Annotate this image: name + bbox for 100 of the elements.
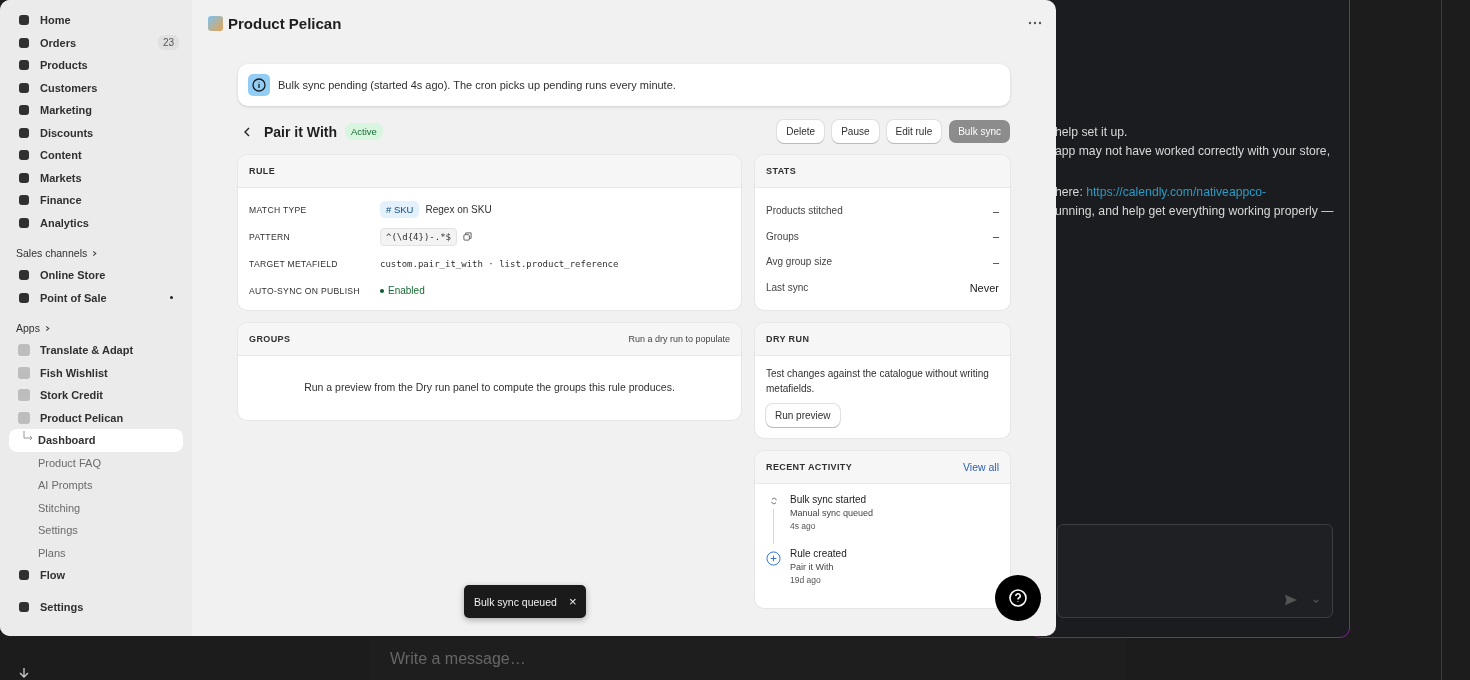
arrow-down-icon[interactable] — [18, 667, 30, 679]
activity-title: Bulk sync started — [790, 494, 868, 506]
nav-icon — [18, 104, 30, 117]
card-title: RULE — [249, 166, 276, 176]
sidebar-item[interactable]: Point of Sale — [9, 286, 183, 309]
view-all-link[interactable]: View all — [963, 461, 999, 474]
stat-value: – — [992, 256, 999, 268]
field-label: AUTO-SYNC ON PUBLISH — [249, 285, 361, 296]
sidebar-item[interactable]: Finance — [9, 189, 183, 212]
section-heading[interactable]: Apps — [9, 317, 183, 339]
sidebar-item[interactable]: Online Store — [9, 264, 183, 287]
stat-value: – — [992, 230, 999, 243]
activity-time: 4s ago — [790, 521, 817, 532]
sidebar-item[interactable]: Product Pelican — [9, 406, 183, 429]
sidebar-item[interactable]: Discounts — [9, 121, 183, 144]
card-title: GROUPS — [249, 334, 291, 344]
stat-label: Groups — [766, 230, 799, 242]
sidebar-subitem[interactable]: Dashboard — [9, 429, 183, 452]
chat-message-text: here: https://calendly.com/nativeappco- — [1055, 184, 1268, 201]
sidebar-item[interactable]: Products — [9, 54, 183, 77]
link[interactable]: https://calendly.com/nativeappco- — [1086, 185, 1267, 199]
run-preview-button[interactable]: Run preview — [766, 404, 840, 428]
sidebar-item[interactable]: Stork Credit — [9, 384, 183, 407]
nav-icon — [18, 291, 30, 304]
help-button[interactable] — [995, 575, 1041, 621]
activity-detail: Manual sync queued — [790, 508, 874, 519]
nav-icon — [18, 14, 30, 27]
info-icon — [248, 74, 270, 96]
app-icon — [18, 344, 30, 357]
activity-title: Rule created — [790, 548, 847, 560]
stat-label: Products stitched — [766, 205, 843, 217]
chevron-right-icon[interactable] — [91, 249, 99, 257]
sidebar-subitem[interactable]: Plans — [9, 541, 183, 564]
card-title: RECENT ACTIVITY — [766, 462, 853, 473]
stat-value: – — [992, 204, 999, 217]
toast-text: Bulk sync queued — [474, 595, 557, 608]
card-title: STATS — [766, 166, 797, 176]
sidebar-item[interactable]: Settings — [9, 595, 183, 618]
more-icon[interactable] — [1028, 21, 1042, 25]
sidebar-item[interactable]: Markets — [9, 166, 183, 189]
page-title: Pair it With — [264, 123, 337, 140]
pattern-code: ^(\d{4})-.*$ — [380, 227, 458, 246]
nav-icon — [18, 36, 30, 49]
nav-icon — [18, 216, 30, 229]
field-value: custom.pair_it_with · list.product_reference — [380, 258, 619, 269]
sidebar-item[interactable]: Translate & Adapt — [9, 339, 183, 362]
chevron-right-icon[interactable] — [43, 324, 51, 332]
app-icon — [18, 366, 30, 379]
field-label: MATCH TYPE — [249, 204, 308, 215]
sidebar-item[interactable]: Content — [9, 144, 183, 167]
sidebar-item[interactable]: Flow — [9, 564, 183, 587]
stat-label: Last sync — [766, 282, 809, 294]
nav-icon — [18, 600, 30, 613]
action-button[interactable]: Delete — [777, 120, 825, 143]
status-badge: Active — [345, 123, 383, 140]
stat-value: Never — [969, 281, 999, 294]
sidebar-subitem[interactable]: Settings — [9, 519, 183, 542]
field-label: PATTERN — [249, 231, 291, 242]
field-label: TARGET METAFIELD — [249, 258, 339, 269]
app-title: Product Pelican — [228, 14, 342, 32]
activity-detail: Pair it With — [790, 562, 835, 573]
nav-icon — [18, 149, 30, 162]
refresh-icon — [769, 497, 778, 506]
back-icon[interactable] — [242, 126, 252, 137]
field-value: Regex on SKU — [425, 204, 492, 215]
plus-circle-icon — [766, 551, 781, 567]
sidebar-item[interactable]: Fish Wishlist — [9, 361, 183, 384]
tag: # SKU — [380, 201, 420, 218]
sidebar-subitem[interactable]: AI Prompts — [9, 474, 183, 497]
sidebar-subitem[interactable]: Product FAQ — [9, 451, 183, 474]
nav-icon — [18, 269, 30, 282]
sidebar-item[interactable]: Home — [9, 9, 183, 32]
card-hint: Run a dry run to populate — [628, 334, 730, 344]
sidebar-item[interactable]: Marketing — [9, 99, 183, 122]
nav-icon — [18, 194, 30, 207]
stat-label: Avg group size — [766, 256, 832, 268]
app-icon — [18, 411, 30, 424]
action-button[interactable]: Pause — [832, 120, 879, 143]
activity-time: 19d ago — [790, 575, 822, 586]
banner-text: Bulk sync pending (started 4s ago). The cron picks up pending runs every minute. — [278, 79, 676, 91]
chat-message-text: app may not have worked correctly with your store, — [1055, 143, 1332, 160]
chat-message-text: unning, and help get everything working properly — — [1055, 203, 1335, 220]
nav-icon — [18, 81, 30, 94]
nav-icon — [18, 59, 30, 72]
card-title: DRY RUN — [766, 334, 810, 345]
action-button[interactable]: Edit rule — [886, 120, 942, 143]
chat-message-text: help set it up. — [1055, 124, 1129, 141]
nav-icon — [18, 126, 30, 139]
tree-connector-icon — [21, 431, 35, 443]
sidebar-item[interactable]: Analytics — [9, 211, 183, 234]
close-icon[interactable]: × — [568, 595, 577, 608]
nav-icon — [18, 171, 30, 184]
sidebar-item[interactable]: Orders 23 — [9, 31, 183, 54]
app-icon — [18, 389, 30, 402]
copy-icon[interactable] — [463, 232, 473, 241]
description-text: Test changes against the catalogue without writing metafields. — [766, 367, 990, 397]
sidebar-subitem[interactable]: Stitching — [9, 496, 183, 519]
sidebar-item[interactable]: Customers — [9, 76, 183, 99]
section-heading[interactable]: Sales channels — [9, 242, 183, 264]
status-text: Enabled — [380, 285, 425, 296]
